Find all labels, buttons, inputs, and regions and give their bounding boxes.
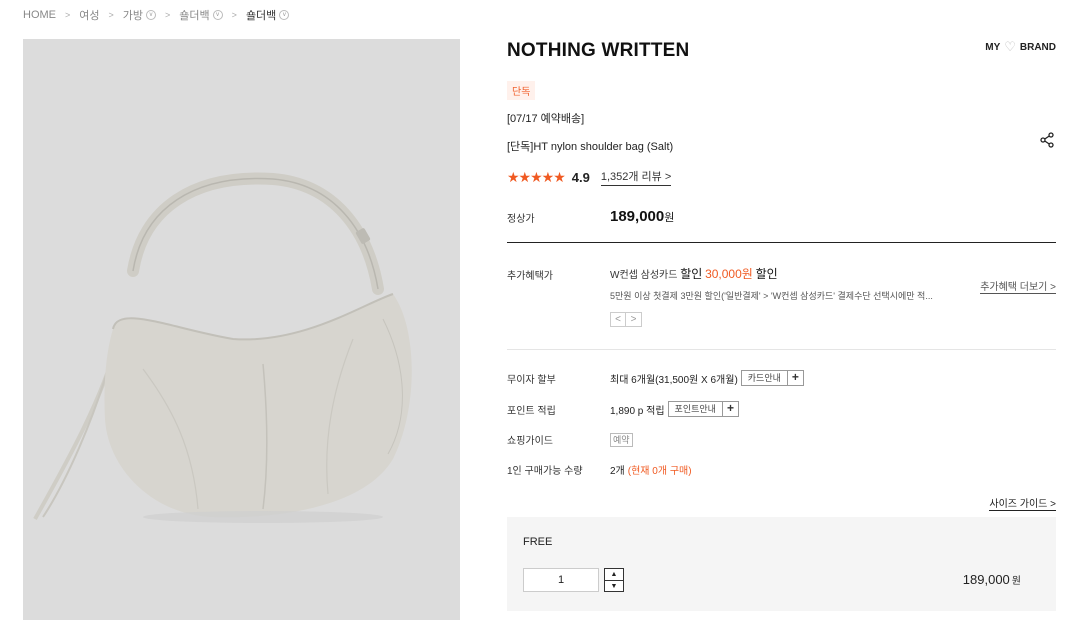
chevron-right-icon: >: [108, 10, 114, 20]
chevron-down-icon[interactable]: v: [212, 10, 223, 20]
breadcrumb-label: HOME: [23, 9, 56, 21]
product-name: [단독]HT nylon shoulder bag (Salt): [507, 141, 674, 153]
benefit-more-link[interactable]: 추가혜택 더보기 >: [980, 278, 1056, 294]
share-icon[interactable]: [1039, 132, 1055, 148]
limit-label: 1인 구매가능 수량: [507, 466, 583, 477]
brand-label: BRAND: [1019, 41, 1056, 53]
divider: [507, 349, 1056, 350]
installment-value: 최대 6개월(31,500원 X 6개월): [610, 374, 738, 386]
shipping-info: [07/17 예약배송]: [507, 113, 585, 125]
installment-row: 무이자 할부 최대 6개월(31,500원 X 6개월) 카드안내 +: [507, 370, 804, 386]
chevron-right-icon: >: [165, 10, 171, 20]
product-image[interactable]: [23, 39, 460, 620]
benefit-pager: < >: [610, 312, 642, 327]
option-name: FREE: [523, 536, 553, 548]
option-price-unit: 원: [1011, 576, 1021, 587]
prev-button[interactable]: <: [610, 312, 626, 327]
breadcrumb-bags[interactable]: 가방 v: [122, 7, 157, 23]
breadcrumb-label: 숄더백: [179, 10, 210, 22]
chevron-right-icon: >: [65, 10, 71, 20]
breadcrumb-home[interactable]: HOME: [23, 9, 56, 21]
quantity-input[interactable]: 1: [523, 568, 599, 592]
rating-score: 4.9: [571, 169, 590, 185]
option-price-amount: 189,000: [962, 572, 1010, 587]
benefit-label: 추가혜택가: [507, 271, 553, 282]
price-unit: 원: [664, 212, 675, 224]
limit-current: (현재 0개 구매): [627, 466, 692, 477]
reservation-tag: 예약: [610, 432, 633, 447]
guide-row: 쇼핑가이드 예약: [507, 432, 633, 447]
plus-icon[interactable]: +: [787, 370, 804, 386]
my-brand-button[interactable]: MY ♡ BRAND: [985, 39, 1056, 55]
installment-label: 무이자 할부: [507, 374, 556, 386]
breadcrumb-label: 여성: [79, 10, 100, 22]
option-box: FREE 1 ▲ ▼ 189,000 원: [507, 517, 1056, 611]
chevron-down-icon[interactable]: ▼: [605, 580, 623, 591]
my-label: MY: [985, 41, 1001, 53]
benefit-discount-word: 할인: [680, 267, 703, 281]
limit-row: 1인 구매가능 수량 2개 (현재 0개 구매): [507, 462, 692, 477]
limit-value: 2개: [610, 466, 625, 477]
benefit-card: W컨셉 삼성카드: [610, 270, 678, 281]
points-row: 포인트 적립 1,890 p 적립 포인트안내 +: [507, 401, 739, 417]
breadcrumb-shoulder-current[interactable]: 숄더백 v: [245, 7, 290, 23]
plus-icon[interactable]: +: [722, 401, 739, 417]
exclusive-badge: 단독: [507, 81, 536, 100]
chevron-down-icon[interactable]: v: [279, 10, 290, 20]
breadcrumb-label: 숄더백: [245, 10, 277, 22]
breadcrumb-shoulder[interactable]: 숄더백 v: [179, 7, 223, 23]
price-value: 189,000원: [610, 208, 674, 225]
chevron-down-icon[interactable]: v: [146, 10, 157, 20]
divider: [507, 242, 1056, 243]
rating-row: ★★★★★ 4.9 1,352개 리뷰 >: [507, 168, 672, 186]
benefit-main: W컨셉 삼성카드 할인 30,000원 할인: [610, 265, 778, 282]
chevron-up-icon[interactable]: ▲: [605, 569, 623, 580]
review-link[interactable]: 1,352개 리뷰 >: [600, 168, 672, 186]
benefit-description: 5만원 이상 첫결제 3만원 할인('일반결제' > 'W컨셉 삼성카드' 결제…: [610, 291, 933, 301]
star-rating-icon: ★★★★★: [507, 168, 566, 185]
chevron-right-icon: >: [664, 171, 672, 183]
price-amount: 189,000: [610, 208, 665, 225]
breadcrumb: HOME > 여성 > 가방 v > 숄더백 v > 숄더백 v: [23, 7, 290, 23]
quantity-stepper: ▲ ▼: [604, 568, 624, 592]
breadcrumb-label: 가방: [122, 10, 144, 22]
size-guide-link[interactable]: 사이즈 가이드 >: [989, 495, 1056, 511]
points-label: 포인트 적립: [507, 405, 556, 417]
guide-label: 쇼핑가이드: [507, 436, 553, 447]
review-count: 1,352개 리뷰: [600, 171, 662, 183]
bag-illustration: [33, 172, 412, 523]
price-label: 정상가: [507, 214, 535, 225]
breadcrumb-women[interactable]: 여성: [79, 7, 99, 23]
benefit-discount-word: 할인: [755, 267, 778, 281]
points-value: 1,890 p 적립: [610, 405, 665, 417]
next-button[interactable]: >: [626, 312, 642, 327]
brand-title[interactable]: NOTHING WRITTEN: [507, 40, 689, 62]
chevron-right-icon: >: [231, 10, 237, 20]
option-price: 189,000 원: [963, 572, 1021, 587]
points-info-button[interactable]: 포인트안내: [667, 401, 723, 417]
benefit-amount: 30,000원: [705, 267, 753, 281]
heart-icon: ♡: [1004, 39, 1016, 54]
card-info-button[interactable]: 카드안내: [740, 370, 788, 386]
